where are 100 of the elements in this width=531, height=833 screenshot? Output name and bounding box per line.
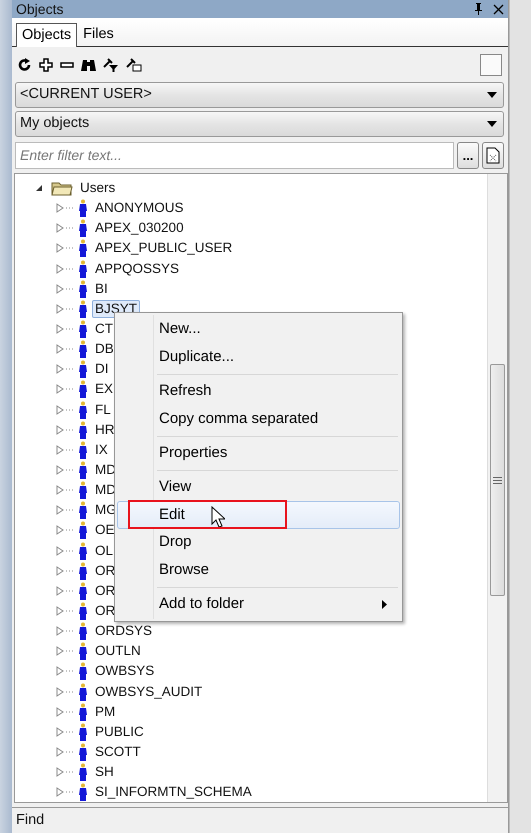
tree-item[interactable]: OR (92, 562, 118, 580)
close-icon[interactable] (493, 4, 504, 14)
expander-icon[interactable] (56, 787, 64, 798)
expander-icon[interactable] (56, 586, 64, 596)
expander-icon[interactable] (56, 606, 64, 616)
tree-connector (66, 388, 74, 390)
expander-icon[interactable] (56, 525, 64, 536)
tree-item[interactable]: DI (92, 360, 112, 378)
tree-item[interactable]: PM (92, 702, 118, 721)
expander-icon[interactable] (56, 223, 64, 234)
user-dropdown[interactable]: <CURRENT USER> (15, 82, 504, 108)
tree-connector (66, 328, 74, 330)
expander-icon[interactable] (56, 304, 64, 314)
tree-connector (66, 710, 74, 713)
tree-item[interactable]: APPQOSSYS (92, 260, 182, 278)
tab[interactable]: Files (77, 22, 120, 46)
expander-icon[interactable] (56, 264, 64, 274)
scope-dropdown[interactable]: My objects (15, 111, 504, 137)
menu-item[interactable]: Browse (117, 556, 400, 584)
expander-icon[interactable] (56, 203, 64, 214)
filter-field[interactable]: Enter filter text... (15, 142, 454, 169)
tree-item[interactable]: DB (92, 340, 117, 358)
user-icon (78, 783, 88, 802)
menu-item[interactable]: Properties (117, 440, 400, 467)
user-icon (78, 400, 88, 419)
tree-item[interactable]: OUTLN (92, 642, 144, 660)
expander-icon[interactable] (56, 243, 64, 254)
tree-connector (66, 308, 74, 310)
expander-icon[interactable] (56, 324, 64, 334)
tree-connector (66, 509, 74, 512)
menu-item[interactable]: Drop (117, 528, 400, 556)
menu-item[interactable]: Copy comma separated (117, 405, 400, 433)
browse-button[interactable]: ... (457, 142, 479, 169)
expander-icon[interactable] (56, 646, 64, 656)
pin-icon[interactable] (474, 3, 483, 15)
tree-item[interactable]: FL (92, 400, 114, 419)
tree-item[interactable]: OWBSYS_AUDIT (92, 682, 206, 701)
menu-item[interactable]: Refresh (117, 378, 400, 406)
tree-connector (66, 730, 74, 733)
scrollbar-thumb[interactable] (490, 364, 505, 596)
expander-icon[interactable] (56, 465, 64, 476)
tree-connector (66, 791, 74, 794)
tree-item[interactable]: HR (92, 420, 118, 439)
tree-item[interactable]: CT (92, 320, 116, 338)
expander-icon[interactable] (56, 706, 64, 717)
expander-icon[interactable] (56, 726, 64, 737)
tree-item[interactable]: Users (77, 179, 118, 198)
tree-item[interactable]: OL (92, 542, 116, 560)
tree-connector (66, 610, 74, 612)
key-folder-icon[interactable] (126, 57, 142, 73)
expanded-icon[interactable] (35, 184, 43, 192)
tree-connector (66, 771, 74, 774)
menu-item[interactable]: New... (117, 316, 400, 344)
tab[interactable]: Objects (16, 23, 78, 47)
refresh-icon[interactable] (18, 58, 32, 72)
tree-item[interactable]: SH (92, 763, 117, 782)
tree-item[interactable]: OE (92, 521, 118, 540)
tree-item[interactable]: SI_INFORMTN_SCHEMA (92, 783, 255, 802)
user-icon (78, 702, 88, 721)
expander-icon[interactable] (56, 364, 64, 374)
expander-icon[interactable] (56, 284, 64, 294)
menu-item[interactable]: Add to folder (117, 590, 400, 618)
document-button[interactable] (482, 142, 504, 169)
tree-item[interactable]: BI (92, 280, 111, 298)
tree-item[interactable]: APEX_PUBLIC_USER (92, 239, 236, 258)
expander-icon[interactable] (56, 767, 64, 778)
expander-icon[interactable] (56, 344, 64, 354)
tree-item[interactable]: ANONYMOUS (92, 199, 187, 218)
tree-item[interactable]: EX (92, 380, 116, 398)
add-icon[interactable] (39, 58, 53, 72)
tree-item[interactable]: PUBLIC (92, 722, 147, 741)
tree-item[interactable]: OR (92, 582, 118, 600)
expander-icon[interactable] (56, 546, 64, 556)
expander-icon[interactable] (56, 404, 64, 415)
tree-item[interactable]: OR (92, 602, 118, 620)
expander-icon[interactable] (56, 444, 64, 455)
key-filter-icon[interactable] (103, 57, 119, 73)
tree-item[interactable]: IX (92, 440, 111, 459)
expander-icon[interactable] (56, 424, 64, 435)
expander-icon[interactable] (56, 485, 64, 496)
tree-item[interactable]: OWBSYS (92, 662, 158, 680)
expander-icon[interactable] (56, 384, 64, 394)
scrollbar[interactable] (487, 174, 507, 802)
tree-connector (66, 570, 74, 572)
toolbar-square-button[interactable] (480, 54, 502, 76)
tree-item[interactable]: SCOTT (92, 743, 144, 761)
user-icon (78, 280, 88, 298)
expander-icon[interactable] (56, 747, 64, 757)
tree-item[interactable]: ORDSYS (92, 622, 156, 640)
expander-icon[interactable] (56, 686, 64, 697)
menu-item[interactable]: View (117, 474, 400, 502)
expander-icon[interactable] (56, 666, 64, 676)
menu-item[interactable]: Duplicate... (117, 343, 400, 371)
expander-icon[interactable] (56, 626, 64, 636)
expander-icon[interactable] (56, 505, 64, 516)
menu-item[interactable]: Edit (117, 501, 400, 529)
expander-icon[interactable] (56, 566, 64, 576)
tree-item[interactable]: APEX_030200 (92, 219, 187, 238)
binoculars-icon[interactable] (81, 58, 96, 72)
remove-icon[interactable] (60, 62, 74, 68)
